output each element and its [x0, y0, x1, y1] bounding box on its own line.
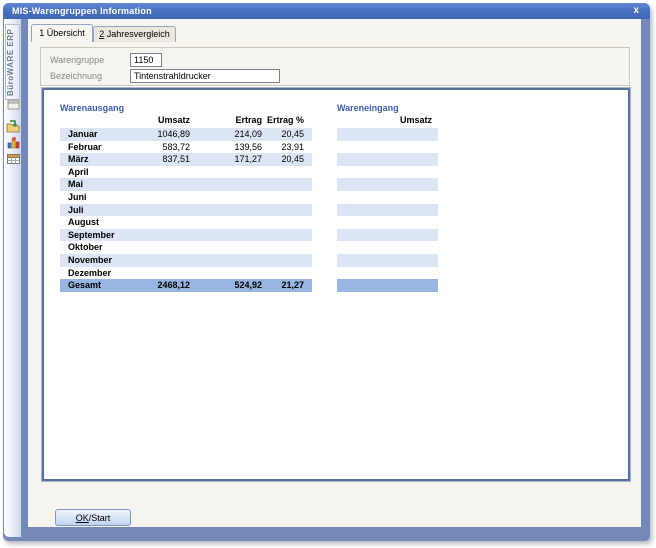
table-row: Februar 583,72 139,56 23,91 — [60, 141, 312, 154]
warenausgang-rows: Januar 1046,89 214,09 20,45 Februar 583,72 139… — [60, 128, 312, 292]
warenausgang-title: Warenausgang — [60, 103, 124, 113]
table-row: Juli — [60, 204, 312, 217]
table-row: August — [60, 216, 312, 229]
bezeichnung-label: Bezeichnung — [50, 71, 102, 81]
month-label: April — [68, 166, 89, 179]
warengruppe-input[interactable] — [130, 53, 162, 67]
ertrag-value: 139,56 — [234, 141, 262, 154]
table-icon[interactable] — [6, 152, 21, 166]
tab-jahresvergleich-label: Jahresvergleich — [104, 29, 170, 39]
table-row: März 837,51 171,27 20,45 — [60, 153, 312, 166]
open-folder-icon[interactable] — [6, 120, 21, 134]
sidebar: BüroWARE ERP — [4, 19, 21, 537]
table-row — [337, 128, 438, 141]
total-ertrag-pct-value: 21,27 — [281, 279, 304, 292]
table-row — [337, 254, 438, 267]
total-umsatz-value: 2468,12 — [157, 279, 190, 292]
total-label: Gesamt — [68, 279, 101, 292]
titlebar: MIS-Warengruppen Information x — [3, 3, 650, 19]
table-row — [337, 229, 438, 242]
ertrag-value: 214,09 — [234, 128, 262, 141]
month-label: Juli — [68, 204, 84, 217]
col-header-ertrag: Ertrag — [235, 115, 262, 125]
wareneingang-title: Wareneingang — [337, 103, 399, 113]
table-row — [337, 216, 438, 229]
table-row — [337, 178, 438, 191]
umsatz-value: 837,51 — [162, 153, 190, 166]
ok-mnemonic: OK — [76, 513, 89, 523]
table-row — [337, 166, 438, 179]
app-window: MIS-Warengruppen Information x BüroWARE … — [3, 3, 650, 541]
total-row — [337, 279, 438, 292]
col-header-we-umsatz: Umsatz — [400, 115, 432, 125]
form-icon[interactable] — [6, 98, 21, 112]
tab-jahresvergleich[interactable]: 2 Jahresvergleich — [93, 26, 176, 42]
total-ertrag-value: 524,92 — [234, 279, 262, 292]
total-row: Gesamt 2468,12 524,92 21,27 — [60, 279, 312, 292]
table-row — [337, 141, 438, 154]
stats-chart-icon[interactable] — [6, 136, 21, 150]
umsatz-value: 1046,89 — [157, 128, 190, 141]
ok-start-button[interactable]: OK/Start — [55, 509, 131, 526]
sidebar-brand-tab[interactable]: BüroWARE ERP — [5, 24, 20, 100]
bezeichnung-input[interactable] — [130, 69, 280, 83]
month-label: Oktober — [68, 241, 103, 254]
ertrag-value: 171,27 — [234, 153, 262, 166]
table-row — [337, 267, 438, 280]
umsatz-value: 583,72 — [162, 141, 190, 154]
table-row: Oktober — [60, 241, 312, 254]
report-area: Warenausgang Wareneingang Umsatz Ertrag … — [42, 88, 630, 481]
month-label: August — [68, 216, 99, 229]
month-label: November — [68, 254, 112, 267]
month-label: Mai — [68, 178, 83, 191]
table-row: November — [60, 254, 312, 267]
table-row: Mai — [60, 178, 312, 191]
brand-label: BüroWARE ERP — [6, 27, 19, 97]
month-label: Februar — [68, 141, 102, 154]
month-label: September — [68, 229, 115, 242]
table-row — [337, 191, 438, 204]
ertrag-pct-value: 20,45 — [281, 128, 304, 141]
table-row — [337, 153, 438, 166]
table-row: Dezember — [60, 267, 312, 280]
table-row: Januar 1046,89 214,09 20,45 — [60, 128, 312, 141]
ok-rest: /Start — [89, 513, 111, 523]
table-row: Juni — [60, 191, 312, 204]
table-row — [337, 241, 438, 254]
month-label: Januar — [68, 128, 98, 141]
header-groupbox: Warengruppe Bezeichnung — [40, 47, 630, 86]
close-icon[interactable]: x — [633, 3, 639, 18]
ertrag-pct-value: 20,45 — [281, 153, 304, 166]
ertrag-pct-value: 23,91 — [281, 141, 304, 154]
table-row: April — [60, 166, 312, 179]
col-header-umsatz: Umsatz — [158, 115, 190, 125]
wareneingang-rows — [337, 128, 438, 292]
table-row: September — [60, 229, 312, 242]
tab-uebersicht[interactable]: 1 Übersicht — [31, 24, 93, 42]
window-title: MIS-Warengruppen Information — [12, 3, 152, 19]
tab-uebersicht-label: 1 Übersicht — [39, 28, 85, 38]
month-label: März — [68, 153, 89, 166]
month-label: Juni — [68, 191, 87, 204]
table-row — [337, 204, 438, 217]
warengruppe-label: Warengruppe — [50, 55, 104, 65]
col-header-ertrag-pct: Ertrag % — [267, 115, 304, 125]
month-label: Dezember — [68, 267, 111, 280]
